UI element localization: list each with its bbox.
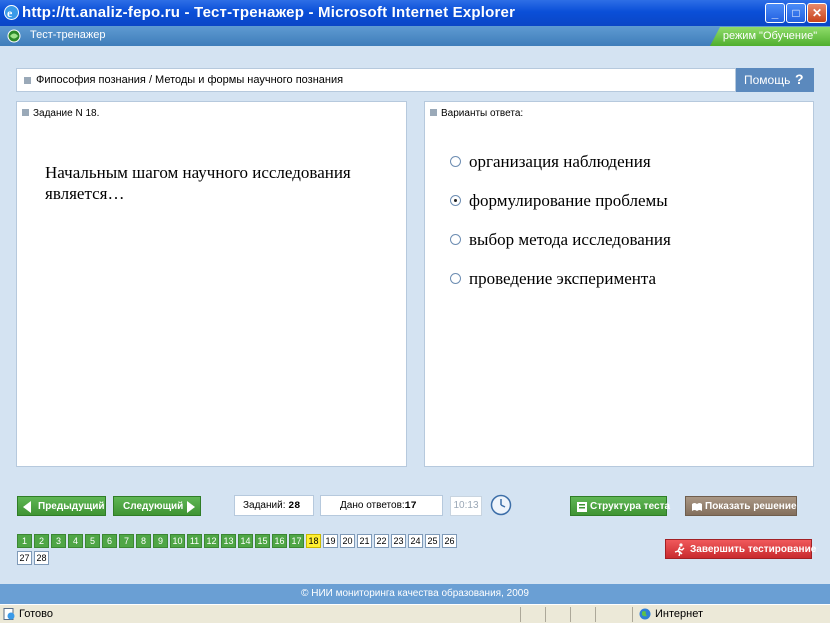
app-logo-icon <box>7 29 21 43</box>
question-text: Начальным шагом научного исследования яв… <box>45 163 351 203</box>
question-number-cell[interactable]: 5 <box>85 534 100 548</box>
tasks-count: 28 <box>288 501 301 512</box>
question-number-cell[interactable]: 1 <box>17 534 32 548</box>
answers-header: Варианты ответа: <box>430 108 523 119</box>
globe-icon <box>639 608 651 620</box>
answer-radio[interactable] <box>450 273 461 284</box>
status-bar: Готово Интернет <box>0 604 830 623</box>
minimize-button[interactable]: _ <box>765 3 785 23</box>
task-header: Задание N 18. <box>22 108 99 119</box>
app-title: Тест-тренажер <box>30 29 106 41</box>
window-title: http://tt.analiz-fepo.ru - Тест-тренажер… <box>22 4 516 21</box>
answered-label: Дано ответов: <box>340 500 405 511</box>
window-titlebar: e http://tt.analiz-fepo.ru - Тест-тренаж… <box>0 0 830 26</box>
question-number-cell[interactable]: 22 <box>374 534 389 548</box>
question-number-cell[interactable]: 3 <box>51 534 66 548</box>
answers-panel: Варианты ответа: организация наблюдения ф… <box>424 101 814 467</box>
question-mark-icon: ? <box>795 71 804 87</box>
answered-count: 17 <box>404 501 417 512</box>
next-label: Следующий <box>123 501 184 512</box>
book-icon <box>692 503 702 511</box>
status-divider <box>595 607 596 622</box>
question-number-cell[interactable]: 6 <box>102 534 117 548</box>
question-number-cell[interactable]: 28 <box>34 551 49 565</box>
status-divider <box>520 607 521 622</box>
question-number-cell[interactable]: 9 <box>153 534 168 548</box>
task-panel: Задание N 18. Начальным шагом научного и… <box>16 101 407 467</box>
status-divider <box>632 607 633 622</box>
answer-text: выбор метода исследования <box>469 230 671 249</box>
question-number-cell[interactable]: 10 <box>170 534 185 548</box>
answer-radio[interactable] <box>450 195 461 206</box>
arrow-left-icon <box>23 501 31 513</box>
show-solution-button[interactable]: Показать решение <box>685 496 797 516</box>
breadcrumb: Фипософия познания / Методы и формы науч… <box>16 68 736 92</box>
maximize-button[interactable]: □ <box>786 3 806 23</box>
answered-counter: Дано ответов:17 <box>320 495 443 516</box>
next-button[interactable]: Следующий <box>113 496 201 516</box>
arrow-right-icon <box>187 501 195 513</box>
answer-text: формулирование проблемы <box>469 191 668 210</box>
status-text: Готово <box>19 608 53 620</box>
question-number-cell[interactable]: 19 <box>323 534 338 548</box>
show-solution-label: Показать решение <box>705 501 797 512</box>
question-number-cell[interactable]: 12 <box>204 534 219 548</box>
question-number-cell[interactable]: 13 <box>221 534 236 548</box>
clock-icon[interactable] <box>490 494 512 516</box>
bullet-square-icon <box>24 77 31 84</box>
close-button[interactable]: ✕ <box>807 3 827 23</box>
answer-text: проведение эксперимента <box>469 269 657 288</box>
answer-radio[interactable] <box>450 156 461 167</box>
question-number-cell[interactable]: 16 <box>272 534 287 548</box>
bullet-square-icon <box>430 109 437 116</box>
mode-badge: режим "Обучение" <box>710 27 830 46</box>
help-button[interactable]: Помощь ? <box>736 68 814 92</box>
copyright-footer: © НИИ мониторинга качества образования, … <box>0 584 830 604</box>
question-number-cell[interactable]: 14 <box>238 534 253 548</box>
svg-text:e: e <box>7 6 13 20</box>
question-number-cell[interactable]: 26 <box>442 534 457 548</box>
question-number-cell[interactable]: 4 <box>68 534 83 548</box>
answers-header-label: Варианты ответа: <box>441 108 524 119</box>
internet-explorer-icon: e <box>4 5 19 20</box>
answer-text: организация наблюдения <box>469 152 651 171</box>
question-number-cell[interactable]: 15 <box>255 534 270 548</box>
status-divider <box>570 607 571 622</box>
question-number-cell[interactable]: 8 <box>136 534 151 548</box>
app-header: Тест-тренажер режим "Обучение" <box>0 26 830 46</box>
tasks-label: Заданий: <box>243 500 286 511</box>
question-number-cell[interactable]: 27 <box>17 551 32 565</box>
test-structure-label: Структура теста <box>590 501 671 512</box>
question-number-cell[interactable]: 17 <box>289 534 304 548</box>
question-number-cell[interactable]: 11 <box>187 534 202 548</box>
test-structure-button[interactable]: Структура теста <box>570 496 671 516</box>
task-number: Задание N 18. <box>33 108 100 119</box>
question-number-cell[interactable]: 25 <box>425 534 440 548</box>
finish-test-label: Завершить тестирование <box>690 544 817 555</box>
question-number-cell[interactable]: 23 <box>391 534 406 548</box>
previous-button[interactable]: Предыдущий <box>17 496 106 516</box>
timer-display: 10:13 <box>450 496 482 516</box>
breadcrumb-text: Фипософия познания / Методы и формы науч… <box>36 74 344 86</box>
question-number-cell[interactable]: 18 <box>306 534 321 548</box>
question-number-cell[interactable]: 21 <box>357 534 372 548</box>
status-divider <box>545 607 546 622</box>
answer-radio[interactable] <box>450 234 461 245</box>
help-label: Помощь <box>744 73 791 87</box>
security-zone: Интернет <box>655 608 703 620</box>
question-number-cell[interactable]: 20 <box>340 534 355 548</box>
finish-test-button[interactable]: Завершить тестирование <box>665 539 816 559</box>
running-man-icon <box>674 543 685 556</box>
page-icon <box>3 608 15 620</box>
question-number-cell[interactable]: 24 <box>408 534 423 548</box>
bullet-square-icon <box>22 109 29 116</box>
question-number-cell[interactable]: 7 <box>119 534 134 548</box>
question-number-cell[interactable]: 2 <box>34 534 49 548</box>
previous-label: Предыдущий <box>38 501 105 512</box>
structure-icon <box>577 502 587 512</box>
tasks-counter: Заданий: 28 <box>234 495 314 516</box>
